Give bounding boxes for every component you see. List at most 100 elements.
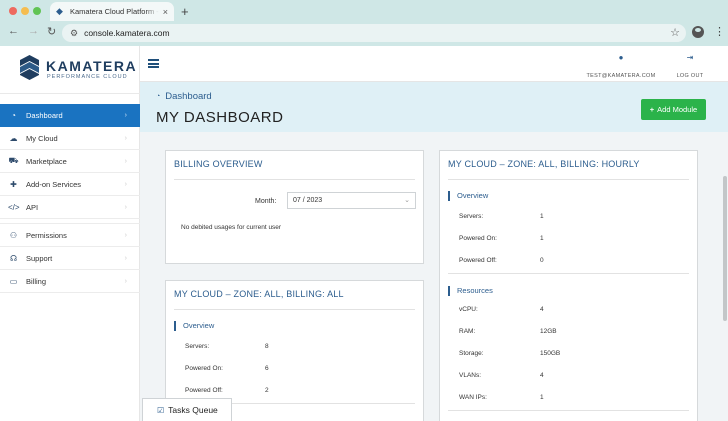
minimize-window-button[interactable] [21, 7, 29, 15]
chevron-down-icon: ⌄ [404, 197, 410, 204]
hamburger-menu-icon[interactable] [148, 59, 159, 68]
vertical-scrollbar[interactable] [722, 132, 728, 421]
maximize-window-button[interactable] [33, 7, 41, 15]
credit-card-icon: ▭ [9, 276, 18, 286]
sidebar-item-add-on-services[interactable]: ✚ Add-on Services › [0, 173, 140, 196]
users-icon: ⚇ [9, 230, 18, 240]
top-bar: ● TEST@KAMATERA.COM ⇥ LOG OUT [140, 46, 728, 82]
my-cloud-hourly-panel: MY CLOUD – ZONE: ALL, BILLING: HOURLY Ov… [439, 150, 698, 421]
sidebar-item-label: Marketplace [26, 156, 67, 166]
browser-chrome: ◆ Kamatera Cloud Platform - Dashboard × … [0, 0, 728, 46]
chevron-right-icon: › [124, 254, 127, 262]
divider [448, 410, 689, 411]
storage-value: 150GB [540, 350, 561, 357]
tasks-queue-button[interactable]: ☑ Tasks Queue [142, 398, 232, 421]
dashboard-icon: ◔ [11, 110, 16, 120]
sidebar: KAMATERA PERFORMANCE CLOUD ◔ Dashboard ›… [0, 46, 140, 421]
powered-on-value: 6 [265, 365, 269, 372]
forward-arrow-icon[interactable]: → [28, 25, 39, 37]
divider [174, 309, 415, 310]
dashboard-content: BILLING OVERVIEW Month: 07 / 2023 ⌄ No d… [140, 132, 728, 421]
sidebar-item-marketplace[interactable]: ⛟ Marketplace › [0, 150, 140, 173]
divider [448, 179, 689, 180]
servers-value: 1 [540, 213, 544, 220]
vcpu-label: vCPU: [459, 306, 478, 313]
wan-ips-value: 1 [540, 394, 544, 401]
cart-icon: ⛟ [8, 156, 19, 165]
sidebar-item-support[interactable]: ☊ Support › [0, 247, 140, 270]
servers-value: 8 [265, 343, 269, 350]
panel-title: MY CLOUD – ZONE: ALL, BILLING: ALL [174, 289, 344, 299]
logout-label: LOG OUT [676, 73, 704, 79]
browser-menu-icon[interactable]: ⋮ [714, 25, 725, 38]
chevron-right-icon: › [124, 157, 127, 165]
sidebar-item-label: Billing [26, 276, 47, 286]
tasks-queue-label: Tasks Queue [168, 405, 218, 415]
chevron-right-icon: › [124, 134, 127, 142]
bookmark-star-icon[interactable]: ☆ [670, 26, 680, 39]
sidebar-item-my-cloud[interactable]: ☁ My Cloud › [0, 127, 140, 150]
powered-on-label: Powered On: [185, 365, 223, 372]
sidebar-item-permissions[interactable]: ⚇ Permissions › [0, 224, 140, 247]
sidebar-item-api[interactable]: </> API › [0, 196, 140, 219]
sidebar-item-label: Add-on Services [26, 179, 82, 189]
chevron-right-icon: › [124, 231, 127, 239]
url-text[interactable]: console.kamatera.com [84, 28, 170, 38]
powered-on-value: 1 [540, 235, 544, 242]
chevron-right-icon: › [124, 277, 127, 285]
sidebar-item-billing[interactable]: ▭ Billing › [0, 270, 140, 293]
brand-tagline: PERFORMANCE CLOUD [47, 74, 128, 80]
browser-tab[interactable]: ◆ Kamatera Cloud Platform - Dashboard × [50, 2, 174, 21]
app: KAMATERA PERFORMANCE CLOUD ◔ Dashboard ›… [0, 46, 728, 421]
account-email: TEST@KAMATERA.COM [586, 73, 656, 79]
powered-off-value: 2 [265, 387, 269, 394]
dashboard-icon: ◔ [156, 93, 161, 100]
vlans-value: 4 [540, 372, 544, 379]
site-settings-icon[interactable]: ⚙ [70, 28, 78, 39]
billing-overview-panel: BILLING OVERVIEW Month: 07 / 2023 ⌄ No d… [165, 150, 424, 264]
headset-icon: ☊ [9, 253, 18, 263]
storage-label: Storage: [459, 350, 484, 357]
sidebar-item-label: My Cloud [26, 133, 58, 143]
address-bar[interactable]: ⚙ console.kamatera.com ☆ [62, 24, 686, 42]
panel-title: BILLING OVERVIEW [174, 159, 263, 169]
scrollbar-thumb[interactable] [723, 176, 727, 321]
page-header: ◔ Dashboard MY DASHBOARD + Add Module [140, 82, 728, 132]
resources-heading: Resources [448, 286, 493, 296]
panel-title: MY CLOUD – ZONE: ALL, BILLING: HOURLY [448, 159, 640, 169]
servers-label: Servers: [185, 343, 210, 350]
puzzle-icon: ✚ [10, 179, 17, 189]
sidebar-item-dashboard[interactable]: ◔ Dashboard › [0, 104, 140, 127]
vlans-label: VLANs: [459, 372, 482, 379]
powered-on-label: Powered On: [459, 235, 497, 242]
brand-name: KAMATERA [46, 58, 138, 74]
new-tab-button[interactable]: + [181, 4, 189, 19]
sidebar-item-label: Dashboard [26, 110, 63, 120]
page-title: MY DASHBOARD [156, 109, 284, 126]
vcpu-value: 4 [540, 306, 544, 313]
month-value: 07 / 2023 [293, 197, 323, 204]
powered-off-label: Powered Off: [185, 387, 223, 394]
sidebar-item-label: API [26, 202, 39, 212]
back-arrow-icon[interactable]: ← [8, 25, 19, 37]
ram-value: 12GB [540, 328, 557, 335]
close-window-button[interactable] [9, 7, 17, 15]
powered-off-label: Powered Off: [459, 257, 497, 264]
chevron-right-icon: › [124, 180, 127, 188]
empty-state-text: No debited usages for current user [181, 224, 282, 231]
ram-label: RAM: [459, 328, 476, 335]
checkbox-list-icon: ☑ [157, 405, 165, 415]
month-label: Month: [255, 198, 277, 205]
overview-heading: Overview [448, 191, 488, 201]
profile-avatar-icon[interactable] [692, 26, 704, 38]
logout-button[interactable]: ⇥ LOG OUT [672, 53, 708, 82]
logo[interactable]: KAMATERA PERFORMANCE CLOUD [0, 46, 140, 94]
add-module-button[interactable]: + Add Module [641, 99, 706, 120]
reload-icon[interactable]: ↻ [47, 25, 56, 38]
breadcrumb-dashboard[interactable]: Dashboard [165, 91, 211, 102]
account-menu[interactable]: ● TEST@KAMATERA.COM [584, 53, 658, 82]
divider [174, 179, 415, 180]
month-select[interactable]: 07 / 2023 ⌄ [287, 192, 416, 209]
code-icon: </> [8, 202, 20, 212]
tab-close-icon[interactable]: × [163, 7, 168, 17]
